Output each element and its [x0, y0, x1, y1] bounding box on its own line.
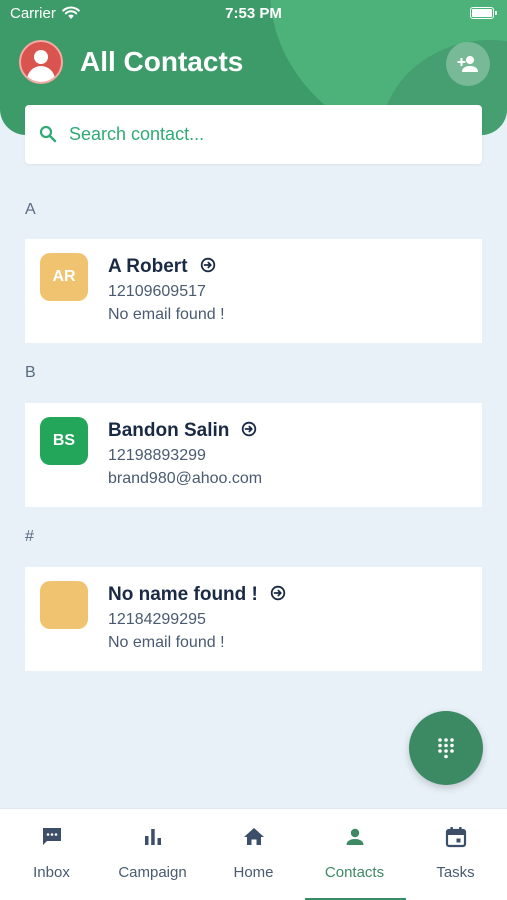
- arrow-circle-right-icon[interactable]: [241, 421, 257, 437]
- tab-tasks[interactable]: Tasks: [405, 809, 506, 900]
- contact-email: brand980@ahoo.com: [108, 470, 263, 487]
- arrow-circle-right-icon[interactable]: [200, 257, 216, 273]
- contact-name: No name found !: [108, 584, 258, 605]
- contact-name-row: Bandon Salin: [108, 420, 257, 442]
- page-title: All Contacts: [80, 46, 244, 77]
- tab-home[interactable]: Home: [203, 809, 304, 900]
- person-add-icon: [457, 56, 478, 72]
- search-input[interactable]: [69, 117, 469, 151]
- avatar-body-shape: [27, 66, 55, 82]
- section-header-other: #: [25, 528, 34, 545]
- contact-name: A Robert: [108, 256, 188, 277]
- bottom-tab-bar: Inbox Campaign Home Contacts Tasks: [0, 808, 507, 900]
- calendar-icon: [445, 827, 467, 848]
- clock: 7:53 PM: [225, 5, 282, 22]
- section-header-b: B: [25, 364, 36, 381]
- contact-card[interactable]: No name found ! 12184299295 No email fou…: [25, 567, 482, 671]
- add-contact-button[interactable]: [446, 42, 490, 86]
- contact-email: No email found !: [108, 306, 225, 323]
- person-icon: [346, 828, 364, 845]
- battery-icon: [470, 7, 497, 19]
- user-avatar[interactable]: [19, 40, 63, 84]
- contact-initials-avatar: [40, 581, 88, 629]
- tab-label: Campaign: [118, 864, 187, 881]
- search-bar[interactable]: [25, 105, 482, 164]
- tab-label: Home: [233, 864, 274, 881]
- contact-email: No email found !: [108, 634, 225, 651]
- contact-name-row: No name found !: [108, 584, 286, 606]
- contact-phone: 12109609517: [108, 283, 206, 300]
- tab-campaign[interactable]: Campaign: [102, 809, 203, 900]
- contact-initials-avatar: BS: [40, 417, 88, 465]
- tab-label: Inbox: [33, 864, 70, 881]
- section-header-a: A: [25, 201, 36, 218]
- status-bar: Carrier 7:53 PM: [0, 0, 507, 28]
- dialpad-icon: [438, 738, 454, 759]
- contact-phone: 12198893299: [108, 447, 206, 464]
- home-icon: [244, 828, 264, 845]
- contact-initials-avatar: AR: [40, 253, 88, 301]
- tab-label: Contacts: [324, 864, 385, 881]
- avatar-head-shape: [34, 50, 48, 64]
- tab-label: Tasks: [436, 864, 475, 881]
- tab-contacts[interactable]: Contacts: [304, 809, 405, 900]
- tab-inbox[interactable]: Inbox: [1, 809, 102, 900]
- contact-name: Bandon Salin: [108, 420, 230, 441]
- inbox-icon: [43, 828, 61, 845]
- bar-chart-icon: [145, 829, 161, 845]
- dialpad-button[interactable]: [409, 711, 483, 785]
- contact-card[interactable]: AR A Robert 12109609517 No email found !: [25, 239, 482, 343]
- contact-card[interactable]: BS Bandon Salin 12198893299 brand980@aho…: [25, 403, 482, 507]
- arrow-circle-right-icon[interactable]: [270, 585, 286, 601]
- contact-phone: 12184299295: [108, 611, 206, 628]
- search-icon: [39, 125, 57, 143]
- contact-name-row: A Robert: [108, 256, 216, 278]
